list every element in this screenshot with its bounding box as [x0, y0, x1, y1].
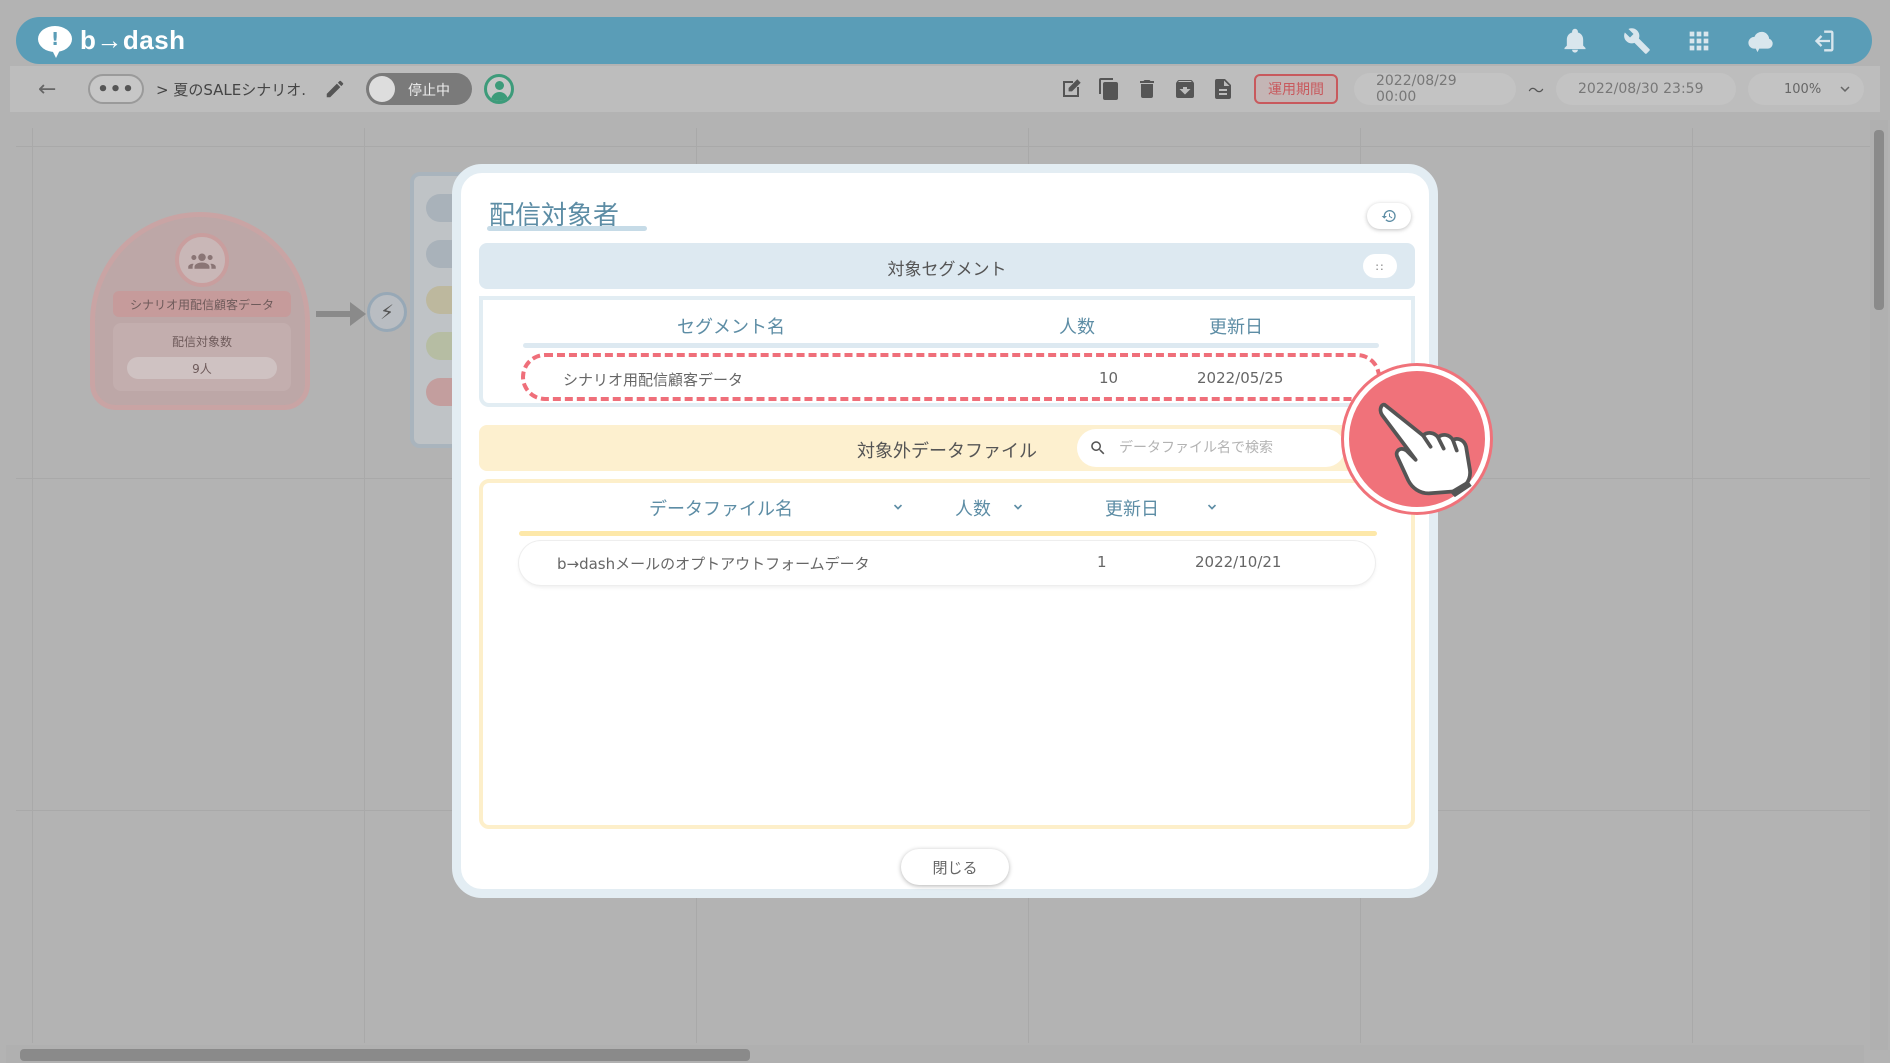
toggle-knob — [369, 76, 396, 102]
start-date-field[interactable]: 2022/08/29 00:00 — [1353, 73, 1516, 105]
date-range-separator: 〜 — [1527, 81, 1544, 100]
close-button[interactable]: 閉じる — [901, 849, 1009, 885]
excluded-datafile-table: データファイル名 人数 更新日 b→dashメールのオプトアウトフォームデータ … — [479, 479, 1415, 829]
zoom-value: 100% — [1784, 81, 1822, 97]
segment-count-cell: 10 — [1099, 369, 1119, 387]
zoom-select[interactable]: 100% — [1748, 73, 1864, 105]
trigger-bolt-icon[interactable]: ⚡ — [367, 292, 407, 332]
breadcrumb-more-button[interactable]: ••• — [88, 74, 144, 104]
connector-arrow-head — [350, 302, 366, 326]
excluded-datafile-header: 対象外データファイル — [479, 425, 1415, 471]
sort-chevron-icon[interactable] — [1205, 501, 1219, 515]
grid-icon[interactable] — [1678, 24, 1720, 58]
sort-chevron-icon[interactable] — [891, 501, 905, 515]
scenario-toolbar: ← ••• > 夏のSALEシナリオ. 停止中 運用期間 2022/08/29 … — [10, 66, 1880, 112]
operation-period-button[interactable]: 運用期間 — [1253, 74, 1338, 104]
chevron-down-icon — [1840, 86, 1850, 92]
target-segment-header: 対象セグメント :: — [479, 243, 1415, 289]
node-count-label: 配信対象数 — [171, 335, 232, 349]
pointer-hand-icon — [1344, 366, 1490, 512]
node-count-value: 9人 — [127, 357, 277, 379]
breadcrumb[interactable]: > 夏のSALEシナリオ. — [156, 79, 306, 100]
target-segment-title: 対象セグメント — [887, 260, 1007, 280]
users-group-icon — [175, 233, 229, 287]
node-title: シナリオ用配信顧客データ — [113, 291, 291, 317]
logo-bubble-icon: ! — [36, 25, 74, 58]
user-avatar-icon[interactable] — [484, 74, 515, 104]
logout-icon[interactable] — [1802, 24, 1844, 58]
history-button[interactable] — [1367, 203, 1411, 229]
column-header-count: 人数 — [1059, 317, 1095, 338]
document-icon[interactable] — [1210, 76, 1236, 102]
datafile-count-cell: 1 — [1097, 553, 1107, 571]
edit-note-icon[interactable] — [1058, 76, 1084, 102]
copy-icon[interactable] — [1096, 76, 1122, 102]
run-status-toggle[interactable]: 停止中 — [366, 73, 473, 105]
segment-name-cell: シナリオ用配信顧客データ — [563, 371, 744, 389]
column-header-datafile-name[interactable]: データファイル名 — [649, 495, 793, 521]
app-logo[interactable]: ! b→dash — [36, 25, 186, 58]
column-header-count[interactable]: 人数 — [955, 495, 991, 521]
datafile-name-cell: b→dashメールのオプトアウトフォームデータ — [557, 555, 870, 573]
bell-icon[interactable] — [1554, 24, 1596, 58]
horizontal-scrollbar[interactable] — [6, 1045, 1864, 1063]
sort-chevron-icon[interactable] — [1011, 501, 1025, 515]
node-count-box: 配信対象数 9人 — [113, 323, 291, 391]
recipients-modal: 配信対象者 対象セグメント :: セグメント名 人数 更新日 シナリオ用配信顧客… — [452, 164, 1438, 898]
back-arrow-icon[interactable]: ← — [38, 77, 62, 102]
table-row[interactable]: シナリオ用配信顧客データ 10 2022/05/25 — [521, 353, 1381, 401]
drag-handle-button[interactable]: :: — [1363, 254, 1397, 278]
segment-updated-cell: 2022/05/25 — [1197, 369, 1284, 387]
logo-text: b→dash — [80, 25, 186, 55]
end-date-field[interactable]: 2022/08/30 23:59 — [1556, 73, 1736, 105]
vertical-scrollbar[interactable] — [1870, 120, 1888, 1050]
search-icon — [1091, 441, 1105, 455]
table-row[interactable]: b→dashメールのオプトアウトフォームデータ 1 2022/10/21 — [519, 541, 1375, 585]
trash-icon[interactable] — [1134, 76, 1160, 102]
column-header-segment-name: セグメント名 — [677, 317, 785, 338]
column-header-updated[interactable]: 更新日 — [1105, 495, 1159, 521]
cloud-chat-icon[interactable] — [1740, 24, 1782, 58]
title-underline — [487, 226, 647, 231]
datafile-updated-cell: 2022/10/21 — [1195, 553, 1282, 571]
app-header: ! b→dash — [16, 17, 1872, 64]
wrench-icon[interactable] — [1616, 24, 1658, 58]
segment-table: セグメント名 人数 更新日 シナリオ用配信顧客データ 10 2022/05/25 — [479, 297, 1415, 407]
toggle-label: 停止中 — [408, 83, 451, 99]
history-icon — [1381, 209, 1396, 222]
column-header-updated: 更新日 — [1209, 317, 1263, 338]
edit-pencil-icon[interactable] — [324, 78, 346, 100]
archive-icon[interactable] — [1172, 76, 1198, 102]
datafile-search[interactable] — [1077, 429, 1345, 467]
datafile-search-input[interactable] — [1119, 440, 1319, 456]
